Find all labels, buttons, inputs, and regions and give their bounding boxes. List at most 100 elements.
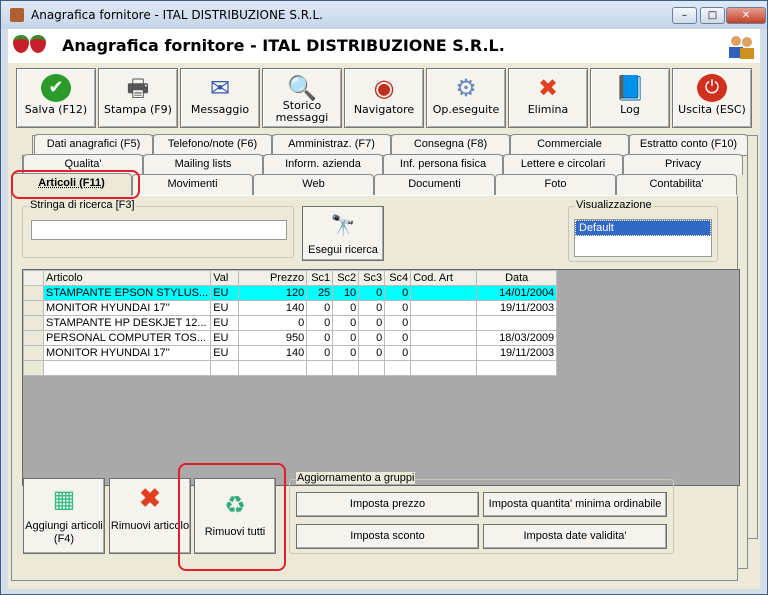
tab-lettere-e-circolari[interactable]: Lettere e circolari bbox=[503, 154, 623, 175]
column-header[interactable]: Val bbox=[210, 270, 240, 286]
toolbar-button-uscita-esc[interactable]: ⏻ Uscita (ESC) bbox=[672, 68, 752, 128]
table-cell[interactable]: 0 bbox=[332, 345, 360, 361]
table-cell[interactable] bbox=[410, 300, 478, 316]
table-cell[interactable]: 0 bbox=[238, 315, 308, 331]
table-cell[interactable]: STAMPANTE HP DESKJET 12... bbox=[42, 315, 212, 331]
table-cell[interactable] bbox=[332, 360, 360, 376]
search-button[interactable]: 🔭 Esegui ricerca bbox=[302, 206, 384, 261]
tab-commerciale[interactable]: Commerciale bbox=[510, 134, 629, 155]
table-row-empty[interactable] bbox=[23, 360, 558, 376]
tab-consegna-f8[interactable]: Consegna (F8) bbox=[391, 134, 510, 155]
table-cell[interactable]: 950 bbox=[238, 330, 308, 346]
toolbar-button-elimina[interactable]: ✖ Elimina bbox=[508, 68, 588, 128]
table-row[interactable]: MONITOR HYUNDAI 17'' EU 140 0 0 0 0 19/11/2003 bbox=[23, 345, 558, 361]
column-header[interactable]: Sc4 bbox=[384, 270, 412, 286]
table-cell[interactable]: 0 bbox=[332, 300, 360, 316]
column-header[interactable]: Sc2 bbox=[332, 270, 360, 286]
search-input[interactable] bbox=[31, 220, 287, 240]
row-selector[interactable] bbox=[23, 285, 44, 301]
table-row[interactable]: MONITOR HYUNDAI 17'' EU 140 0 0 0 0 19/11/2003 bbox=[23, 300, 558, 316]
table-cell[interactable]: 25 bbox=[306, 285, 334, 301]
table-cell[interactable]: MONITOR HYUNDAI 17'' bbox=[42, 300, 212, 316]
tab-contabilita[interactable]: Contabilita' bbox=[616, 174, 737, 195]
table-cell[interactable] bbox=[358, 360, 386, 376]
table-cell[interactable]: 19/11/2003 bbox=[476, 345, 558, 361]
table-cell[interactable] bbox=[410, 360, 478, 376]
table-row[interactable]: STAMPANTE HP DESKJET 12... EU 0 0 0 0 0 bbox=[23, 315, 558, 331]
table-cell[interactable]: EU bbox=[210, 300, 240, 316]
toolbar-button-salva-f12[interactable]: ✔ Salva (F12) bbox=[16, 68, 96, 128]
table-cell[interactable]: 0 bbox=[358, 330, 386, 346]
tab-privacy[interactable]: Privacy bbox=[623, 154, 743, 175]
column-header[interactable]: Sc3 bbox=[358, 270, 386, 286]
toolbar-button-op-eseguite[interactable]: ⚙ Op.eseguite bbox=[426, 68, 506, 128]
row-selector[interactable] bbox=[23, 345, 44, 361]
table-cell[interactable]: 10 bbox=[332, 285, 360, 301]
toolbar-button-storico-messaggi[interactable]: 🔍 Storico messaggi bbox=[262, 68, 342, 128]
table-cell[interactable] bbox=[476, 315, 558, 331]
tab-foto[interactable]: Foto bbox=[495, 174, 616, 195]
set-dates-button[interactable]: Imposta date validita' bbox=[483, 524, 667, 549]
table-cell[interactable] bbox=[410, 330, 478, 346]
table-cell[interactable]: EU bbox=[210, 285, 240, 301]
set-min-qty-button[interactable]: Imposta quantita' minima ordinabile bbox=[483, 492, 667, 517]
toolbar-button-stampa-f9[interactable]: 🖶 Stampa (F9) bbox=[98, 68, 178, 128]
row-selector[interactable] bbox=[23, 330, 44, 346]
table-cell[interactable]: 0 bbox=[384, 315, 412, 331]
table-cell[interactable]: 0 bbox=[306, 315, 334, 331]
column-header[interactable]: Data bbox=[476, 270, 558, 286]
row-selector[interactable] bbox=[23, 315, 44, 331]
table-cell[interactable]: 0 bbox=[358, 315, 386, 331]
tab-inf-persona-fisica[interactable]: Inf. persona fisica bbox=[383, 154, 503, 175]
table-cell[interactable]: STAMPANTE EPSON STYLUS... bbox=[42, 285, 212, 301]
tab-mailing-lists[interactable]: Mailing lists bbox=[143, 154, 263, 175]
table-cell[interactable]: 14/01/2004 bbox=[476, 285, 558, 301]
table-cell[interactable]: 0 bbox=[332, 315, 360, 331]
table-cell[interactable] bbox=[476, 360, 558, 376]
table-cell[interactable]: PERSONAL COMPUTER TOS... bbox=[42, 330, 212, 346]
view-option[interactable]: Default bbox=[575, 220, 711, 236]
table-cell[interactable] bbox=[410, 285, 478, 301]
table-cell[interactable] bbox=[238, 360, 308, 376]
tab-inform-azienda[interactable]: Inform. azienda bbox=[263, 154, 383, 175]
add-articles-button[interactable]: ▦ Aggiungi articoli (F4) bbox=[23, 478, 105, 554]
table-row[interactable]: PERSONAL COMPUTER TOS... EU 950 0 0 0 0 18/03/2… bbox=[23, 330, 558, 346]
tab-web[interactable]: Web bbox=[253, 174, 374, 195]
column-header[interactable]: Cod. Art bbox=[410, 270, 478, 286]
view-list[interactable]: Default bbox=[574, 219, 712, 257]
tab-estratto-conto-f10[interactable]: Estratto conto (F10) bbox=[629, 134, 748, 155]
table-cell[interactable]: 0 bbox=[358, 345, 386, 361]
table-cell[interactable]: 140 bbox=[238, 345, 308, 361]
table-cell[interactable]: 0 bbox=[306, 300, 334, 316]
table-cell[interactable]: MONITOR HYUNDAI 17'' bbox=[42, 345, 212, 361]
table-cell[interactable] bbox=[306, 360, 334, 376]
column-header[interactable]: Sc1 bbox=[306, 270, 334, 286]
table-cell[interactable]: 18/03/2009 bbox=[476, 330, 558, 346]
table-cell[interactable]: 19/11/2003 bbox=[476, 300, 558, 316]
table-cell[interactable]: 0 bbox=[384, 345, 412, 361]
table-cell[interactable]: EU bbox=[210, 345, 240, 361]
table-cell[interactable] bbox=[42, 360, 212, 376]
table-cell[interactable]: EU bbox=[210, 330, 240, 346]
toolbar-button-messaggio[interactable]: ✉ Messaggio bbox=[180, 68, 260, 128]
table-cell[interactable] bbox=[410, 345, 478, 361]
table-cell[interactable]: EU bbox=[210, 315, 240, 331]
tab-amministraz-f7[interactable]: Amministraz. (F7) bbox=[272, 134, 391, 155]
close-button[interactable]: ✕ bbox=[726, 7, 766, 24]
tab-documenti[interactable]: Documenti bbox=[374, 174, 495, 195]
table-cell[interactable]: 0 bbox=[384, 330, 412, 346]
toolbar-button-navigatore[interactable]: ◉ Navigatore bbox=[344, 68, 424, 128]
table-cell[interactable] bbox=[384, 360, 412, 376]
table-cell[interactable]: 0 bbox=[384, 300, 412, 316]
table-cell[interactable]: 0 bbox=[384, 285, 412, 301]
maximize-button[interactable]: □ bbox=[700, 7, 725, 24]
table-cell[interactable] bbox=[210, 360, 240, 376]
tab-movimenti[interactable]: Movimenti bbox=[132, 174, 253, 195]
table-cell[interactable] bbox=[410, 315, 478, 331]
table-cell[interactable]: 0 bbox=[332, 330, 360, 346]
row-selector[interactable] bbox=[23, 360, 44, 376]
table-cell[interactable]: 0 bbox=[358, 285, 386, 301]
table-cell[interactable]: 0 bbox=[358, 300, 386, 316]
tab-telefono-note-f6[interactable]: Telefono/note (F6) bbox=[153, 134, 272, 155]
toolbar-button-log[interactable]: 📘 Log bbox=[590, 68, 670, 128]
